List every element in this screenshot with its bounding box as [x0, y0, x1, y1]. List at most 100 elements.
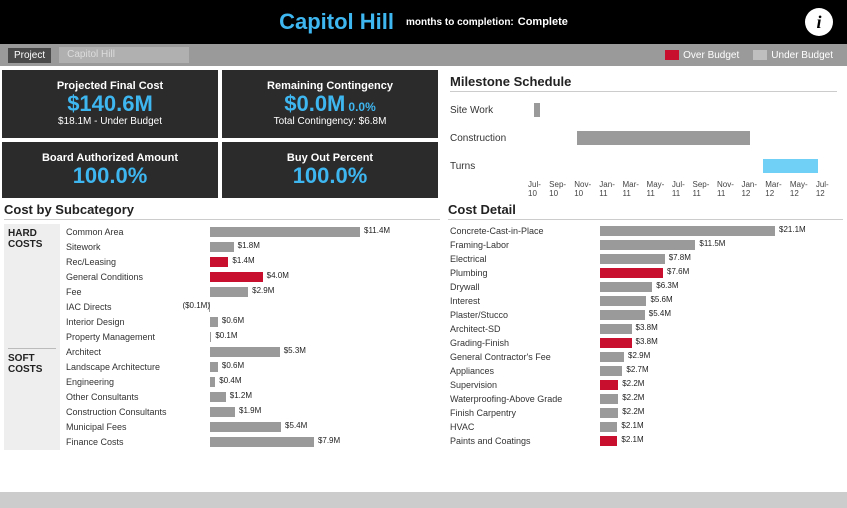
detail-label: Framing-Labor	[448, 240, 598, 250]
gantt-row[interactable]: Site Work	[450, 96, 837, 124]
cost-detail-title: Cost Detail	[448, 202, 843, 220]
detail-label: Grading-Finish	[448, 338, 598, 348]
kpi-board-authorized[interactable]: Board Authorized Amount 100.0%	[2, 142, 218, 199]
detail-value: $7.6M	[667, 267, 689, 276]
bar-row[interactable]: Rec/Leasing$1.4M	[60, 254, 440, 269]
lower-panels: Cost by Subcategory HARD COSTS SOFT COST…	[0, 202, 847, 450]
kpi-projected-final[interactable]: Projected Final Cost $140.6M $18.1M - Un…	[2, 70, 218, 138]
detail-row[interactable]: Concrete-Cast-in-Place$21.1M	[448, 224, 843, 238]
detail-label: Architect-SD	[448, 324, 598, 334]
bar-fill	[210, 347, 280, 357]
gantt-axis: Jul-10Sep-10Nov-10Jan-11Mar-11May-11Jul-…	[528, 180, 837, 198]
detail-bar-fill	[600, 296, 646, 306]
bar-row[interactable]: Landscape Architecture$0.6M	[60, 359, 440, 374]
info-icon[interactable]: i	[805, 8, 833, 36]
bar-row[interactable]: Sitework$1.8M	[60, 239, 440, 254]
detail-bar-fill	[600, 408, 618, 418]
detail-value: $2.1M	[621, 421, 643, 430]
bar-row[interactable]: Finance Costs$7.9M	[60, 434, 440, 449]
bar-row[interactable]: Construction Consultants$1.9M	[60, 404, 440, 419]
detail-value: $2.2M	[622, 379, 644, 388]
detail-row[interactable]: General Contractor's Fee$2.9M	[448, 350, 843, 364]
bar-row[interactable]: Municipal Fees $5.4M	[60, 419, 440, 434]
bar-value: $2.9M	[252, 286, 274, 295]
detail-bar-fill	[600, 436, 617, 446]
detail-label: Plaster/Stucco	[448, 310, 598, 320]
detail-row[interactable]: Finish Carpentry$2.2M	[448, 406, 843, 420]
kpi-remaining-contingency[interactable]: Remaining Contingency $0.0M0.0% Total Co…	[222, 70, 438, 138]
detail-label: Electrical	[448, 254, 598, 264]
detail-value: $2.1M	[621, 435, 643, 444]
filter-label: Project	[8, 48, 51, 63]
detail-label: Drywall	[448, 282, 598, 292]
detail-value: $5.4M	[649, 309, 671, 318]
bar-row[interactable]: General Conditions$4.0M	[60, 269, 440, 284]
bar-fill	[210, 392, 226, 402]
detail-row[interactable]: Architect-SD $3.8M	[448, 322, 843, 336]
detail-bars: Concrete-Cast-in-Place$21.1MFraming-Labo…	[448, 224, 843, 450]
bar-label: Municipal Fees	[60, 422, 190, 432]
detail-bar-fill	[600, 422, 617, 432]
detail-row[interactable]: HVAC$2.1M	[448, 420, 843, 434]
bar-label: Common Area	[60, 227, 190, 237]
cost-sub-title: Cost by Subcategory	[4, 202, 440, 220]
bar-fill	[210, 257, 228, 267]
gantt-bar	[534, 103, 540, 117]
detail-value: $6.3M	[656, 281, 678, 290]
detail-row[interactable]: Plaster/Stucco $5.4M	[448, 308, 843, 322]
detail-value: $7.8M	[669, 253, 691, 262]
detail-row[interactable]: Framing-Labor$11.5M	[448, 238, 843, 252]
kpi-row: Projected Final Cost $140.6M $18.1M - Un…	[0, 66, 847, 202]
bar-value: $1.2M	[230, 391, 252, 400]
bar-value: $1.9M	[239, 406, 261, 415]
legend-under-swatch	[753, 50, 767, 60]
kpi-buy-out[interactable]: Buy Out Percent 100.0%	[222, 142, 438, 199]
detail-label: Paints and Coatings	[448, 436, 598, 446]
bar-value: $5.3M	[284, 346, 306, 355]
bar-value: $0.1M	[215, 331, 237, 340]
header: Capitol Hill months to completion: Compl…	[0, 0, 847, 44]
bar-row[interactable]: Fee$2.9M	[60, 284, 440, 299]
bar-row[interactable]: Common Area $11.4M	[60, 224, 440, 239]
legend-under: Under Budget	[753, 50, 833, 61]
bar-fill	[210, 242, 234, 252]
bar-fill	[210, 407, 235, 417]
detail-row[interactable]: Drywall $6.3M	[448, 280, 843, 294]
detail-row[interactable]: Paints and Coatings $2.1M	[448, 434, 843, 448]
detail-row[interactable]: Electrical $7.8M	[448, 252, 843, 266]
detail-row[interactable]: Supervision$2.2M	[448, 378, 843, 392]
gantt-row[interactable]: Construction	[450, 124, 837, 152]
bar-row[interactable]: Other Consultants$1.2M	[60, 389, 440, 404]
detail-row[interactable]: Interest$5.6M	[448, 294, 843, 308]
project-dropdown[interactable]: Capitol Hill	[59, 47, 189, 63]
detail-row[interactable]: Appliances$2.7M	[448, 364, 843, 378]
bar-row[interactable]: Architect$5.3M	[60, 344, 440, 359]
detail-label: Waterproofing-Above Grade	[448, 394, 598, 404]
detail-label: Appliances	[448, 366, 598, 376]
bar-row[interactable]: Engineering$0.4M	[60, 374, 440, 389]
cost-detail-panel: Cost Detail Concrete-Cast-in-Place$21.1M…	[448, 202, 843, 450]
detail-row[interactable]: Plumbing $7.6M	[448, 266, 843, 280]
detail-bar-fill	[600, 282, 652, 292]
milestone-panel: Milestone Schedule Site WorkConstruction…	[442, 70, 845, 198]
detail-label: Plumbing	[448, 268, 598, 278]
bar-value: $11.4M	[364, 226, 390, 235]
legend: Over Budget Under Budget	[665, 50, 833, 61]
bar-row[interactable]: Property Management $0.1M	[60, 329, 440, 344]
page-title: Capitol Hill	[279, 9, 394, 35]
gantt-label: Construction	[450, 133, 528, 144]
detail-value: $2.9M	[628, 351, 650, 360]
bar-label: Sitework	[60, 242, 190, 252]
completion-label: months to completion:	[406, 17, 514, 28]
gantt-row[interactable]: Turns	[450, 152, 837, 180]
bar-label: Landscape Architecture	[60, 362, 190, 372]
bar-fill	[210, 377, 215, 387]
detail-row[interactable]: Grading-Finish$3.8M	[448, 336, 843, 350]
bar-fill	[210, 287, 248, 297]
detail-row[interactable]: Waterproofing-Above Grade$2.2M	[448, 392, 843, 406]
detail-value: $3.8M	[636, 323, 658, 332]
bar-row[interactable]: Interior Design$0.6M	[60, 314, 440, 329]
bar-value: $5.4M	[285, 421, 307, 430]
bar-row[interactable]: IAC Directs($0.1M)	[60, 299, 440, 314]
bar-label: Property Management	[60, 332, 190, 342]
